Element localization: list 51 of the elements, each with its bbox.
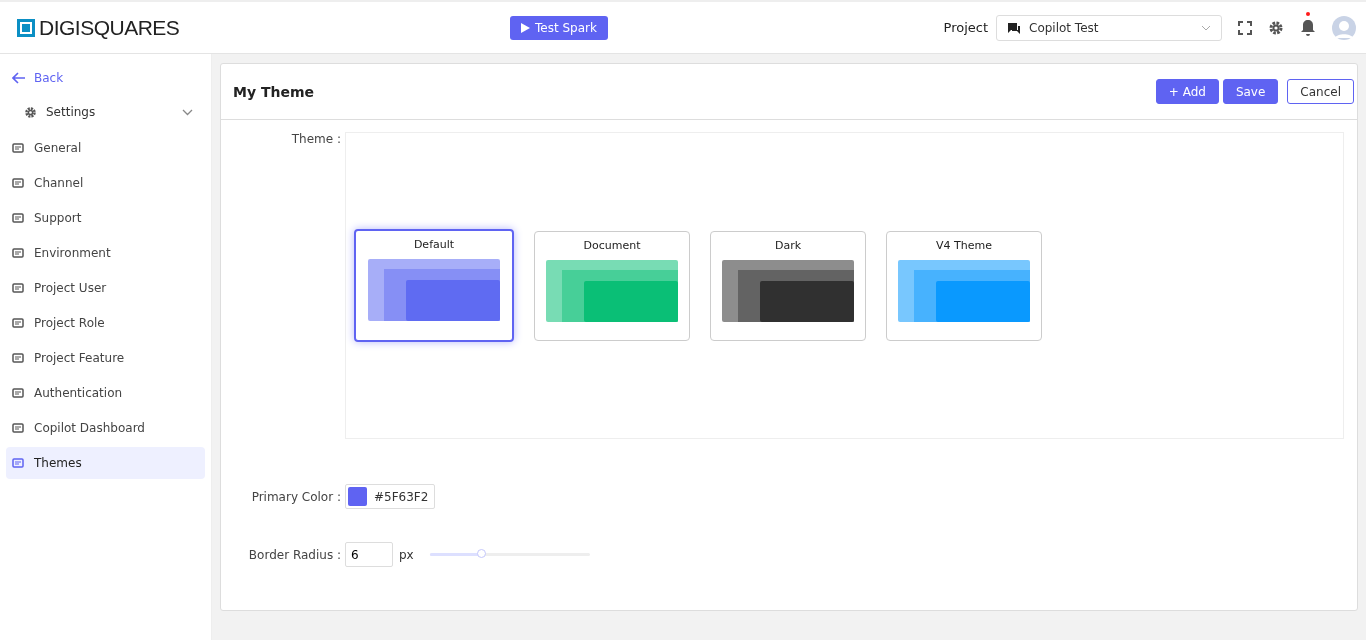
radius-input[interactable]: 6 xyxy=(345,542,393,567)
back-link[interactable]: Back xyxy=(6,68,70,88)
project-select[interactable]: Copilot Test xyxy=(996,14,1222,41)
fullscreen-icon[interactable] xyxy=(1238,20,1252,35)
settings-icon xyxy=(24,105,37,119)
sidebar-item[interactable]: Project User xyxy=(6,272,205,304)
theme-option[interactable]: Dark xyxy=(710,230,866,341)
color-picker[interactable]: #5F63F2 xyxy=(345,484,436,509)
panel-icon xyxy=(12,247,24,259)
logo-icon xyxy=(16,17,36,38)
sidebar-item[interactable]: Project Role xyxy=(6,307,205,339)
theme-label: Theme : xyxy=(290,132,341,148)
run-button[interactable]: Test Spark xyxy=(510,15,608,40)
logo-text: DIGISQUARES xyxy=(39,15,180,40)
arrow-left-icon xyxy=(12,72,26,84)
theme-option[interactable]: Document xyxy=(534,230,690,341)
unit-label: px xyxy=(399,547,414,562)
panel-icon xyxy=(12,422,24,434)
panel-icon xyxy=(12,317,24,329)
panel-icon xyxy=(12,142,24,154)
theme-option[interactable]: V4 Theme xyxy=(886,230,1042,341)
sidebar-item[interactable]: Themes xyxy=(6,447,205,479)
cancel-button[interactable]: Cancel xyxy=(1287,79,1354,104)
border-radius-label: Border Radius : xyxy=(247,547,341,562)
chevron-down-icon xyxy=(1201,24,1211,31)
panel-icon xyxy=(12,212,24,224)
sidebar-item[interactable]: Channel xyxy=(6,167,205,199)
panel-icon xyxy=(12,457,24,469)
sidebar-item[interactable]: Authentication xyxy=(6,377,205,409)
sidebar-item[interactable]: Support xyxy=(6,202,205,234)
settings-section[interactable]: Settings xyxy=(6,92,205,132)
panel-icon xyxy=(12,177,24,189)
sidebar-item[interactable]: General xyxy=(6,132,205,164)
sidebar-item[interactable]: Environment xyxy=(6,237,205,269)
panel-icon xyxy=(12,387,24,399)
panel-icon xyxy=(12,352,24,364)
slider-thumb[interactable] xyxy=(476,548,486,558)
project-label: Project xyxy=(943,20,988,35)
play-icon xyxy=(521,22,530,33)
sidebar-item[interactable]: Project Feature xyxy=(6,342,205,374)
theme-option[interactable]: Default xyxy=(354,229,514,342)
save-button[interactable]: Save xyxy=(1222,79,1279,104)
panel-icon xyxy=(12,282,24,294)
chat-icon xyxy=(1007,20,1021,35)
primary-color-label: Primary Color : xyxy=(250,489,341,504)
settings-icon[interactable] xyxy=(1268,19,1284,36)
chevron-down-icon xyxy=(182,108,193,116)
add-button[interactable]: + Add xyxy=(1155,79,1219,104)
bell-icon[interactable] xyxy=(1300,18,1316,37)
card-title: My Theme xyxy=(233,83,315,100)
sidebar-item[interactable]: Copilot Dashboard xyxy=(6,412,205,444)
